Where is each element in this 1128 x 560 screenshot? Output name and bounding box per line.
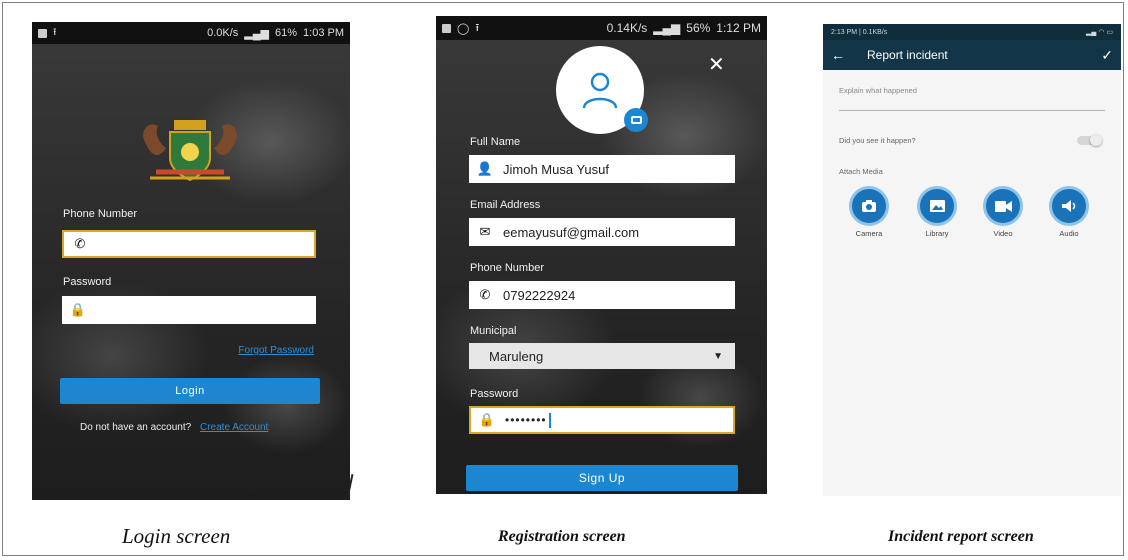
phone-number-label: Phone Number [470,262,544,274]
audio-button[interactable] [1049,186,1089,226]
phone-icon: ✆ [74,236,86,251]
network-speed: 0.0K/s [207,26,239,39]
speaker-icon [1061,200,1075,212]
full-name-value: Jimoh Musa Yusuf [503,161,609,177]
email-input[interactable]: ✉ eemayusuf@gmail.com [469,218,735,246]
text-cursor [548,412,551,428]
signal-icon: ▂▄▆ [653,21,681,35]
incident-caption: Incident report screen [888,528,1034,545]
login-button[interactable]: Login [60,378,320,404]
email-value: eemayusuf@gmail.com [503,224,640,240]
create-account-link[interactable]: Create Account [200,422,268,433]
login-caption: Login screen [122,524,231,548]
app-bar: ← Report incident ✓ [823,40,1121,70]
signup-prompt: Do not have an account? Create Account [80,422,268,433]
upload-icon: ⭱ [53,26,57,38]
image-icon [442,23,451,33]
full-name-input[interactable]: 👤 Jimoh Musa Yusuf [469,155,735,183]
image-icon [38,28,47,38]
attach-media-label: Attach Media [839,167,883,176]
registration-screen: ◯ ⭱ 0.14K/s ▂▄▆ 56% 1:12 PM ✕ Full Name 👤… [436,16,767,494]
camera-label: Camera [855,229,883,238]
camera-icon [862,199,876,212]
upload-icon: ⭱ [475,21,480,34]
phone-number-input[interactable]: ✆ 0792222924 [469,281,735,309]
image-library-icon [929,200,945,212]
lock-icon: 🔒 [478,412,496,427]
municipal-label: Municipal [470,325,517,337]
avatar[interactable] [556,46,648,134]
coat-of-arms-logo [143,120,237,182]
password-input[interactable]: 🔒 [62,296,316,324]
battery-level: 61% [275,26,298,39]
password-label: Password [470,388,519,400]
library-button[interactable] [917,186,957,226]
mail-icon: ✉ [479,224,491,239]
explain-placeholder: Explain what happened [839,86,917,95]
person-icon: 👤 [476,161,494,176]
phone-icon: ✆ [479,287,491,302]
password-label: Password [63,276,112,288]
status-bar: 2:13 PM | 0.1KB/s ▂▄ ◠ ▭ [823,24,1121,40]
phone-value: 0792222924 [503,287,576,303]
camera-badge-icon[interactable] [624,108,648,132]
page-title: Report incident [867,48,948,62]
password-input[interactable]: 🔒 •••••••• [469,406,735,434]
close-icon[interactable]: ✕ [708,52,725,77]
password-value: •••••••• [505,413,547,427]
status-bar: ⭱ 0.0K/s ▂▄▆ 61% 1:03 PM [32,22,350,44]
see-it-toggle[interactable] [1077,134,1102,146]
status-time: 2:13 PM | 0.1KB/s [831,28,888,36]
lock-icon: 🔒 [69,302,87,317]
phone-number-label: Phone Number [63,208,137,220]
clock: 1:03 PM [303,26,344,39]
library-label: Library [925,229,949,238]
signal-wifi-battery-icon: ▂▄ ◠ ▭ [1086,29,1113,36]
video-camera-icon [994,200,1012,212]
municipal-select[interactable]: Maruleng ▼ [469,343,735,369]
full-name-label: Full Name [470,136,521,148]
no-account-text: Do not have an account? [80,422,192,433]
video-button[interactable] [983,186,1023,226]
whatsapp-icon: ◯ [457,22,470,35]
municipal-value: Maruleng [489,348,544,364]
explain-input[interactable]: Explain what happened [839,80,1105,111]
forgot-password-link[interactable]: Forgot Password [238,345,314,356]
network-speed: 0.14K/s [606,21,648,35]
signal-icon: ▂▄▆ [244,27,269,40]
dropdown-arrow-icon: ▼ [713,350,723,362]
user-icon [582,72,618,109]
sign-up-button[interactable]: Sign Up [466,465,738,491]
check-icon[interactable]: ✓ [1101,47,1113,64]
battery-level: 56% [686,21,711,35]
clock: 1:12 PM [716,21,761,35]
login-screen: ⭱ 0.0K/s ▂▄▆ 61% 1:03 PM Phone Number ✆ … [32,22,350,500]
status-bar: ◯ ⭱ 0.14K/s ▂▄▆ 56% 1:12 PM [436,16,767,40]
email-label: Email Address [470,199,541,211]
phone-number-input[interactable]: ✆ [62,230,316,258]
audio-label: Audio [1059,229,1079,238]
registration-caption: Registration screen [498,528,626,545]
incident-report-screen: 2:13 PM | 0.1KB/s ▂▄ ◠ ▭ ← Report incide… [823,24,1121,496]
toggle-knob [1090,134,1102,146]
back-arrow-icon[interactable]: ← [831,47,845,63]
camera-button[interactable] [849,186,889,226]
video-label: Video [993,229,1013,238]
see-it-label: Did you see it happen? [839,136,916,145]
